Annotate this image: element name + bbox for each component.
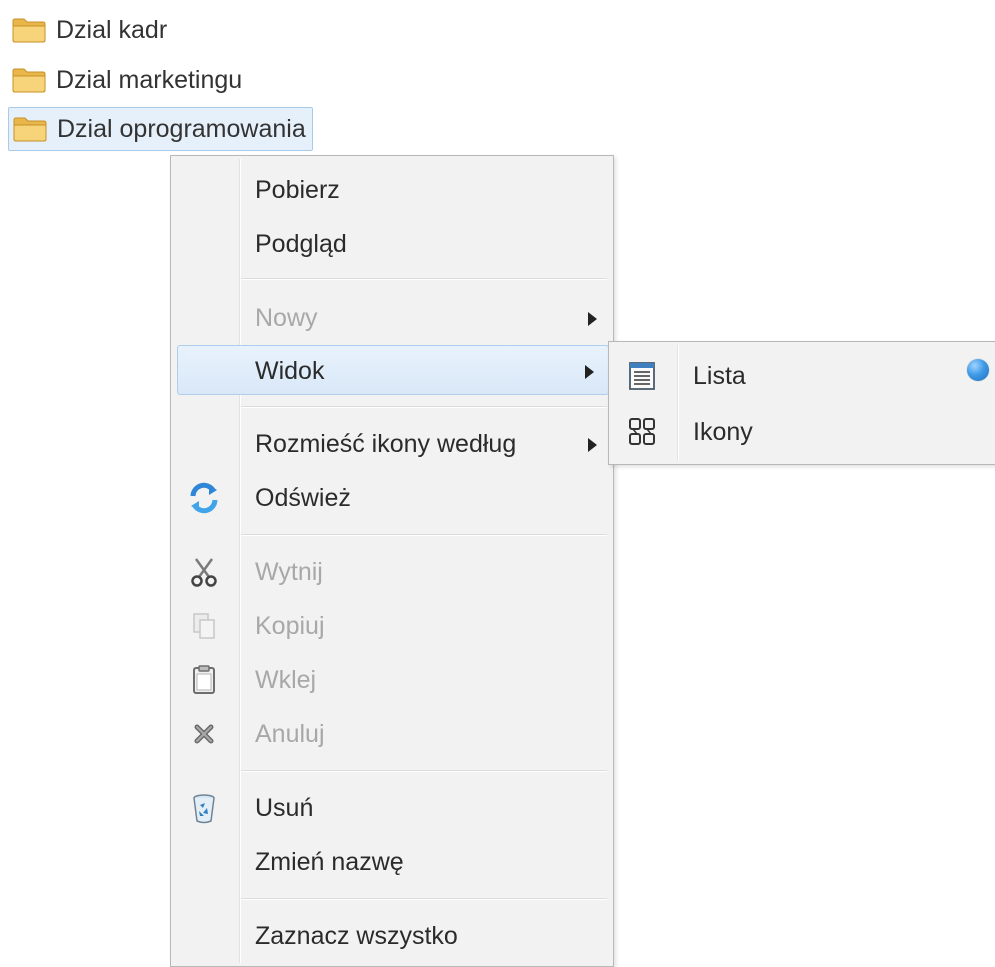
clipboard-icon <box>193 665 215 694</box>
submenu-arrow-icon <box>585 365 594 379</box>
menu-item-kopiuj[interactable]: Kopiuj <box>173 601 611 651</box>
menu-item-pobierz[interactable]: Pobierz <box>173 165 611 215</box>
submenu-item-lista[interactable]: Lista <box>611 349 995 403</box>
menu-item-label: Wytnij <box>255 558 323 586</box>
folder-icon <box>12 18 46 43</box>
menu-separator <box>241 278 607 280</box>
menu-separator <box>241 770 607 772</box>
menu-item-podglad[interactable]: Podgląd <box>173 219 611 269</box>
selected-radio-icon <box>967 359 989 381</box>
menu-item-label: Odśwież <box>255 484 351 512</box>
menu-item-anuluj[interactable]: Anuluj <box>173 709 611 759</box>
folder-label: Dzial kadr <box>56 15 168 44</box>
menu-item-label: Wklej <box>255 666 317 694</box>
icons-view-icon <box>629 418 655 445</box>
menu-separator <box>241 534 607 536</box>
menu-item-zaznacz-wszystko[interactable]: Zaznacz wszystko <box>173 911 611 961</box>
menu-item-label: Widok <box>255 357 325 385</box>
menu-item-label: Zmień nazwę <box>255 848 404 876</box>
menu-item-label: Podgląd <box>255 230 347 258</box>
folder-item-dzial-oprogramowania[interactable]: Dzial oprogramowania <box>8 107 313 151</box>
folder-item-dzial-kadr[interactable]: Dzial kadr <box>8 8 173 52</box>
refresh-icon <box>190 482 218 514</box>
submenu-arrow-icon <box>588 312 597 326</box>
folder-icon <box>12 68 46 93</box>
scissors-icon <box>191 558 217 587</box>
menu-separator <box>241 406 607 408</box>
recycle-bin-icon <box>193 794 215 824</box>
copy-icon <box>193 613 215 639</box>
menu-item-label: Pobierz <box>255 176 340 204</box>
folder-icon <box>13 117 47 142</box>
menu-item-nowy[interactable]: Nowy <box>173 293 611 343</box>
view-submenu: Lista Ikony <box>608 341 995 465</box>
menu-item-label: Usuń <box>255 794 314 822</box>
menu-item-label: Kopiuj <box>255 612 325 640</box>
folder-label: Dzial oprogramowania <box>57 114 306 143</box>
menu-item-zmien-nazwe[interactable]: Zmień nazwę <box>173 837 611 887</box>
menu-item-rozmiesc-ikony[interactable]: Rozmieść ikony według <box>173 419 611 469</box>
menu-item-usun[interactable]: Usuń <box>173 783 611 833</box>
submenu-item-label: Ikony <box>693 418 753 446</box>
menu-item-label: Anuluj <box>255 720 325 748</box>
menu-item-wytnij[interactable]: Wytnij <box>173 547 611 597</box>
menu-item-widok[interactable]: Widok <box>177 345 609 395</box>
menu-item-label: Nowy <box>255 304 318 332</box>
folder-item-dzial-marketingu[interactable]: Dzial marketingu <box>8 58 248 102</box>
menu-separator <box>241 898 607 900</box>
menu-item-wklej[interactable]: Wklej <box>173 655 611 705</box>
list-view-icon <box>629 362 655 390</box>
menu-item-odswiez[interactable]: Odśwież <box>173 473 611 523</box>
menu-item-label: Zaznacz wszystko <box>255 922 458 950</box>
submenu-item-label: Lista <box>693 362 746 390</box>
submenu-arrow-icon <box>588 438 597 452</box>
menu-item-label: Rozmieść ikony według <box>255 430 517 458</box>
submenu-item-ikony[interactable]: Ikony <box>611 405 995 459</box>
cancel-icon <box>194 724 214 744</box>
context-menu: Pobierz Podgląd Nowy Widok Rozmieść ikon… <box>170 155 614 967</box>
folder-label: Dzial marketingu <box>56 65 243 94</box>
